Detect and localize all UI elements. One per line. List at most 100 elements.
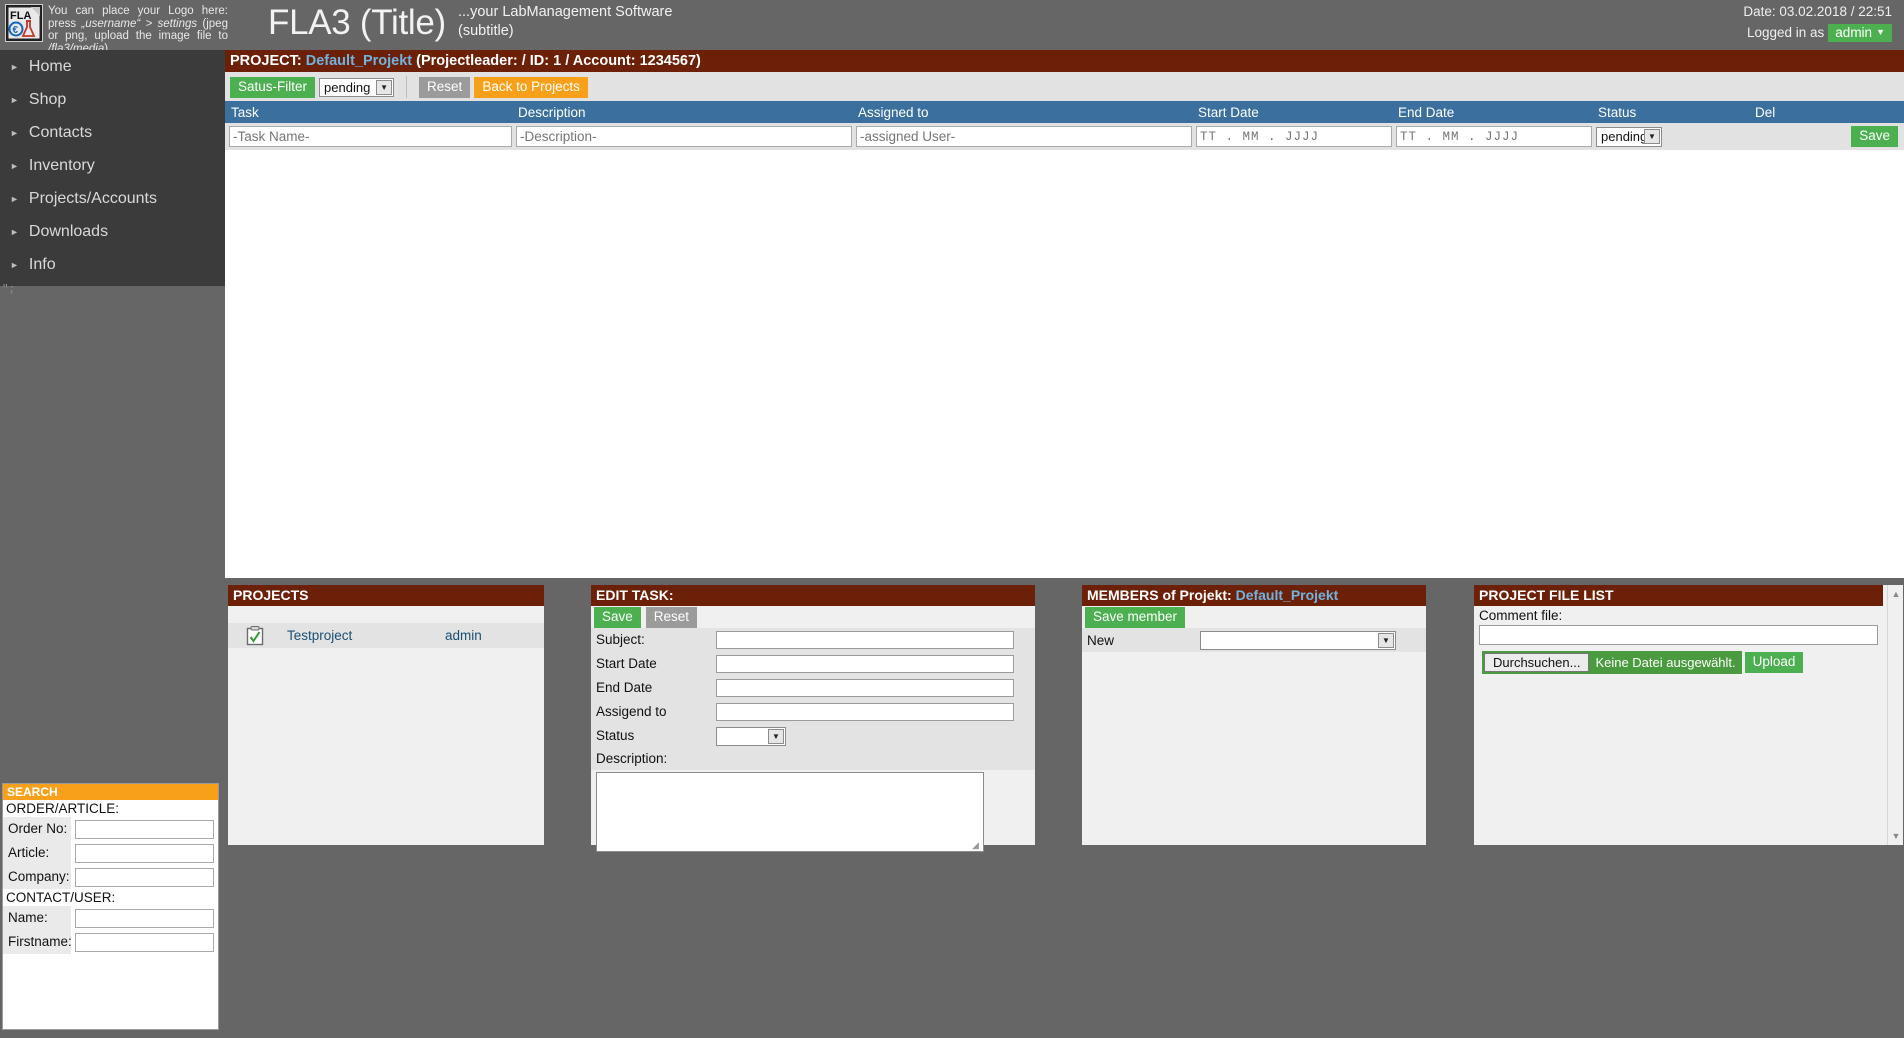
edit-task-start-date-input[interactable] <box>716 655 1014 673</box>
chevron-down-icon: ▼ <box>768 729 784 744</box>
article-input[interactable] <box>75 844 214 863</box>
user-menu-button[interactable]: admin▼ <box>1828 24 1892 42</box>
logged-in-label: Logged in as <box>1747 25 1824 40</box>
app-logo: FLA € <box>5 4 43 42</box>
svg-text:€: € <box>13 25 19 36</box>
new-task-end-date-input[interactable] <box>1396 126 1592 147</box>
new-task-assigned-cell <box>852 126 1192 147</box>
sidebar-item-info[interactable]: ► Info <box>0 248 225 281</box>
edit-task-button-row: SaveReset <box>591 606 1035 628</box>
sidebar-item-contacts[interactable]: ► Contacts <box>0 116 225 149</box>
search-row-order-no: Order No: <box>3 817 218 841</box>
status-filter-select[interactable]: pending▼ <box>319 78 394 97</box>
date-display: Date: 03.02.2018 / 22:51 <box>1743 4 1892 19</box>
members-new-row: New ▼ <box>1082 628 1426 652</box>
new-task-end-date-cell <box>1392 126 1592 147</box>
edit-task-description-textarea[interactable]: ◢ <box>596 772 984 852</box>
file-picker[interactable]: Durchsuchen... Keine Datei ausgewählt. <box>1482 651 1742 674</box>
upload-button[interactable]: Upload <box>1745 652 1804 673</box>
project-row-name[interactable]: Testproject <box>281 628 439 643</box>
sidebar-item-label: Inventory <box>29 157 95 175</box>
new-task-status-select[interactable]: pending ▼ <box>1596 127 1662 147</box>
new-task-status-value: pending <box>1601 129 1647 144</box>
members-panel-title: MEMBERS of Projekt: Default_Projekt <box>1082 585 1426 606</box>
triangle-right-icon: ► <box>10 227 19 237</box>
column-header-status: Status <box>1592 105 1749 120</box>
edit-task-status-label: Status <box>591 724 716 748</box>
page-title: FLA3 (Title) <box>268 1 446 45</box>
new-task-description-input[interactable] <box>516 126 852 147</box>
file-list-panel-title: PROJECT FILE LIST <box>1474 585 1883 606</box>
login-status: Logged in as admin▼ <box>1747 24 1892 42</box>
company-input[interactable] <box>75 868 214 887</box>
search-row-article: Article: <box>3 841 218 865</box>
project-toolbar: Satus-Filterpending▼ ResetBack to Project… <box>225 72 1904 101</box>
chevron-down-icon: ▼ <box>1644 129 1660 144</box>
file-list-inner: PROJECT FILE LIST Comment file: Durchsuc… <box>1474 585 1883 674</box>
edit-task-panel: EDIT TASK: SaveReset Subject: Start Date… <box>591 585 1035 845</box>
file-list-scrollbar[interactable]: ▲ ▼ <box>1887 585 1903 845</box>
new-task-row: pending ▼ Save <box>225 123 1904 150</box>
project-file-list-panel: PROJECT FILE LIST Comment file: Durchsuc… <box>1474 585 1903 845</box>
task-table-body-empty <box>225 150 1904 578</box>
triangle-right-icon: ► <box>10 194 19 204</box>
scroll-up-icon[interactable]: ▲ <box>1888 586 1904 602</box>
sidebar-stray-text: "; <box>2 286 15 295</box>
chevron-down-icon: ▼ <box>1876 27 1885 37</box>
project-row-owner[interactable]: admin <box>439 628 482 643</box>
edit-task-status-select[interactable]: ▼ <box>716 727 786 746</box>
new-task-start-date-input[interactable] <box>1196 126 1392 147</box>
status-filter-button[interactable]: Satus-Filter <box>230 77 315 98</box>
sidebar-item-label: Contacts <box>29 124 92 142</box>
new-task-assigned-input[interactable] <box>856 126 1192 147</box>
sidebar-item-inventory[interactable]: ► Inventory <box>0 149 225 182</box>
save-member-button[interactable]: Save member <box>1085 607 1185 628</box>
edit-task-save-button[interactable]: Save <box>594 607 641 628</box>
comment-file-label: Comment file: <box>1474 606 1883 625</box>
back-to-projects-button[interactable]: Back to Projects <box>474 77 588 98</box>
triangle-right-icon: ► <box>10 260 19 270</box>
new-task-save-button[interactable]: Save <box>1851 126 1898 147</box>
order-no-input[interactable] <box>75 820 214 839</box>
edit-task-subject-label: Subject: <box>591 628 716 652</box>
article-label: Article: <box>3 841 71 865</box>
projects-panel-spacer <box>228 606 544 623</box>
browse-button[interactable]: Durchsuchen... <box>1484 653 1589 672</box>
table-row[interactable]: Testproject admin <box>228 623 544 648</box>
task-table-header-row: Task Description Assigned to Start Date … <box>225 101 1904 123</box>
edit-task-reset-button[interactable]: Reset <box>646 607 697 628</box>
status-filter-value: pending <box>324 80 370 95</box>
members-button-row: Save member <box>1082 606 1426 628</box>
members-new-select[interactable]: ▼ <box>1200 631 1396 650</box>
edit-task-assigned-input[interactable] <box>716 703 1014 721</box>
edit-task-assigned-row: Assigend to <box>591 700 1035 724</box>
scroll-down-icon[interactable]: ▼ <box>1888 828 1904 844</box>
edit-task-subject-row: Subject: <box>591 628 1035 652</box>
comment-file-input[interactable] <box>1479 625 1878 645</box>
no-file-selected-label: Keine Datei ausgewählt. <box>1595 655 1735 670</box>
project-header-bar: PROJECT: Default_Projekt (Projectleader:… <box>225 50 1904 72</box>
new-task-name-input[interactable] <box>229 126 512 147</box>
sidebar-item-downloads[interactable]: ► Downloads <box>0 215 225 248</box>
members-new-label: New <box>1082 633 1200 648</box>
resize-handle-icon[interactable]: ◢ <box>972 841 981 850</box>
sidebar-item-projects-accounts[interactable]: ► Projects/Accounts <box>0 182 225 215</box>
edit-task-end-date-input[interactable] <box>716 679 1014 697</box>
main-content: PROJECT: Default_Projekt (Projectleader:… <box>225 50 1904 1038</box>
reset-button[interactable]: Reset <box>419 77 470 98</box>
sidebar-item-label: Projects/Accounts <box>29 190 157 208</box>
clipboard-check-icon[interactable] <box>228 626 281 646</box>
sidebar-item-home[interactable]: ► Home <box>0 50 225 83</box>
search-row-company: Company: <box>3 865 218 889</box>
edit-task-panel-title: EDIT TASK: <box>591 585 1035 606</box>
column-header-assigned-to: Assigned to <box>852 105 1192 120</box>
edit-task-status-row: Status ▼ <box>591 724 1035 748</box>
triangle-right-icon: ► <box>10 128 19 138</box>
edit-task-subject-input[interactable] <box>716 631 1014 649</box>
sidebar-item-shop[interactable]: ► Shop <box>0 83 225 116</box>
triangle-right-icon: ► <box>10 161 19 171</box>
sidebar-item-label: Shop <box>29 91 66 109</box>
firstname-input[interactable] <box>75 933 214 952</box>
new-task-description-cell <box>512 126 852 147</box>
name-input[interactable] <box>75 909 214 928</box>
